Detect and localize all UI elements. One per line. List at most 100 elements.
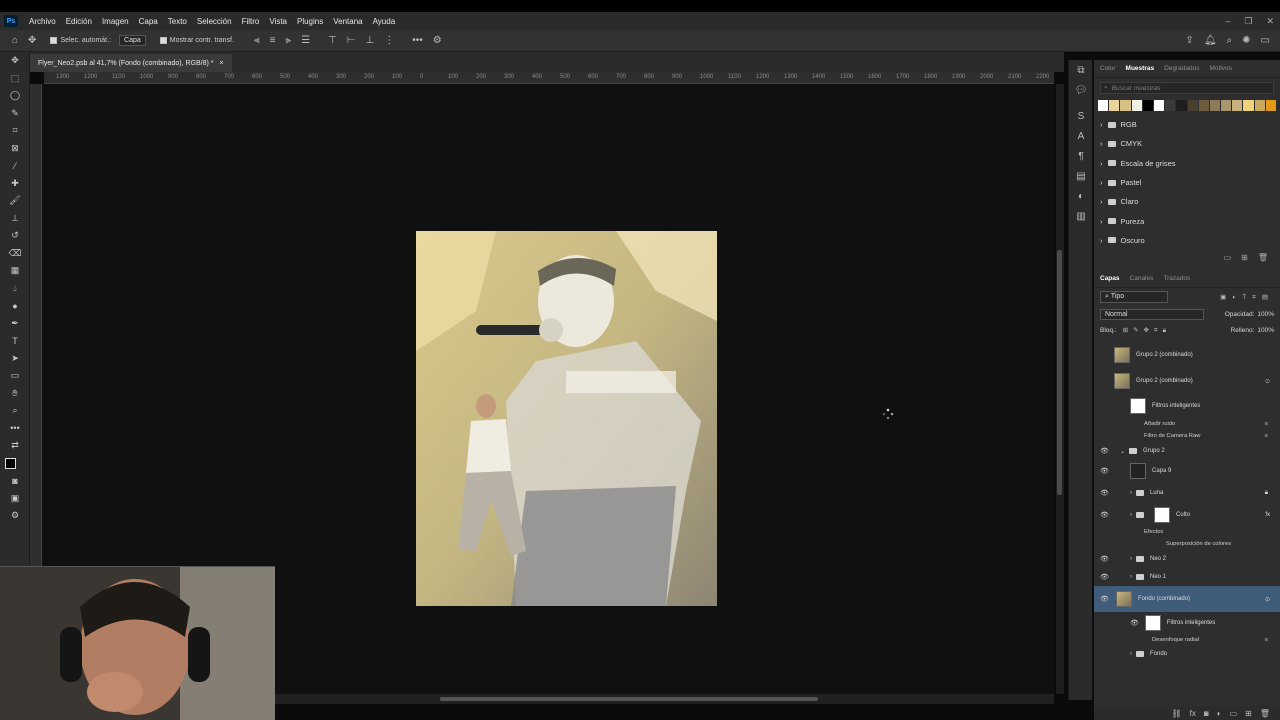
quick-mask-icon[interactable]: ◙	[0, 472, 30, 490]
history-icon[interactable]: ⧉	[1069, 60, 1093, 80]
tab-muestras[interactable]: Muestras	[1126, 65, 1155, 72]
menu-imagen[interactable]: Imagen	[97, 17, 134, 26]
add-mask-icon[interactable]: ◙	[1204, 709, 1209, 718]
layer-row[interactable]: 👁︎ › Neo 1	[1094, 568, 1280, 586]
auto-select-option[interactable]: Selec. automát.:	[50, 37, 111, 44]
show-transform-option[interactable]: Mostrar contr. transf.	[159, 37, 234, 44]
tab-canales[interactable]: Canales	[1130, 275, 1154, 282]
filter-options-icon[interactable]: ≡	[1265, 637, 1268, 643]
zoom-tool-icon[interactable]: ⌕	[0, 402, 30, 420]
swatch-folder-pastel[interactable]: › Pastel	[1094, 173, 1280, 192]
workspace-icon[interactable]: ▭	[1261, 35, 1270, 46]
filter-options-icon[interactable]: ≡	[1265, 433, 1268, 439]
more-options-icon[interactable]: •••	[412, 35, 423, 46]
screen-mode-icon[interactable]: ▣	[0, 490, 30, 508]
align-bottom-icon[interactable]: ⊥	[365, 35, 374, 46]
lasso-tool-icon[interactable]: ◯	[0, 87, 30, 105]
effect-item[interactable]: Superposición de colores	[1094, 538, 1280, 550]
visibility-icon[interactable]: 👁︎	[1100, 573, 1109, 581]
new-swatch-icon[interactable]: ⊞	[1241, 253, 1248, 262]
character-icon[interactable]: A	[1069, 126, 1093, 146]
new-group-icon[interactable]: ▭	[1230, 709, 1238, 718]
align-right-icon[interactable]: ⫸	[285, 35, 291, 46]
menu-plugins[interactable]: Plugins	[292, 17, 328, 26]
home-icon[interactable]: ⌂	[12, 35, 18, 46]
color-swatch[interactable]	[1098, 100, 1109, 111]
menu-texto[interactable]: Texto	[163, 17, 192, 26]
visibility-icon[interactable]: 👁︎	[1100, 447, 1109, 455]
horizontal-scroll-thumb[interactable]	[440, 697, 818, 701]
menu-filtro[interactable]: Filtro	[237, 17, 265, 26]
path-select-tool-icon[interactable]: ➤	[0, 350, 30, 368]
chevron-down-icon[interactable]: ⌄	[1120, 448, 1125, 455]
color-swatch[interactable]	[1142, 100, 1153, 111]
layer-row[interactable]: Grupo 2 (combinado)	[1094, 342, 1280, 368]
link-layers-icon[interactable]: ⛓︎	[1172, 709, 1182, 718]
menu-edicion[interactable]: Edición	[61, 17, 97, 26]
layer-row[interactable]: › Fondo	[1094, 646, 1280, 662]
type-tool-icon[interactable]: T	[0, 332, 30, 350]
visibility-icon[interactable]: 👁︎	[1130, 619, 1139, 627]
align-center-icon[interactable]: ≡	[270, 35, 276, 46]
align-middle-icon[interactable]: ⊢	[347, 35, 356, 46]
swatch-folder-claro[interactable]: › Claro	[1094, 192, 1280, 211]
layer-row-selected[interactable]: 👁︎ Fondo (combinado) ⊙	[1094, 586, 1280, 613]
crop-tool-icon[interactable]: ⌗	[0, 122, 30, 140]
extras-icon[interactable]: ⚙	[0, 507, 30, 525]
chevron-right-icon[interactable]: ›	[1130, 490, 1132, 496]
search-icon[interactable]: ⌕	[1227, 35, 1233, 46]
vertical-scroll-thumb[interactable]	[1057, 250, 1062, 495]
filter-item[interactable]: Desenfoque radial ≡	[1094, 634, 1280, 646]
marquee-tool-icon[interactable]: ⬚	[0, 70, 30, 88]
swatches-panel-icon[interactable]: S	[1069, 106, 1093, 126]
document-tab[interactable]: Flyer_Neo2.psb al 41,7% (Fondo (combinad…	[30, 54, 232, 72]
healing-brush-tool-icon[interactable]: ✚	[0, 175, 30, 193]
settings-gear-icon[interactable]: ⚙	[433, 35, 442, 46]
color-swatch[interactable]	[1265, 100, 1276, 111]
filter-item[interactable]: Añadir ruido ≡	[1094, 418, 1280, 430]
move-tool-icon[interactable]: ✥	[28, 35, 36, 46]
visibility-icon[interactable]: 👁︎	[1100, 489, 1109, 497]
close-icon[interactable]: ✕	[1266, 16, 1274, 27]
lock-icons[interactable]: ⊞✎✥⌗🔒︎	[1123, 326, 1171, 335]
menu-seleccion[interactable]: Selección	[192, 17, 237, 26]
hand-tool-icon[interactable]: ✋︎	[0, 385, 30, 403]
color-swatch[interactable]	[1120, 100, 1131, 111]
swap-colors-icon[interactable]: ⇄	[0, 437, 30, 455]
color-swatch[interactable]	[1176, 100, 1187, 111]
gradient-tool-icon[interactable]: ▦	[0, 262, 30, 280]
distribute-icon[interactable]: ☰	[301, 35, 310, 46]
layer-filter-icons[interactable]: ▣◐T⌗▤	[1220, 293, 1274, 302]
chevron-right-icon[interactable]: ›	[1130, 651, 1132, 657]
align-left-icon[interactable]: ⫷	[254, 35, 260, 46]
chevron-right-icon[interactable]: ›	[1130, 574, 1132, 580]
swatch-folder-cmyk[interactable]: › CMYK	[1094, 134, 1280, 153]
tab-motivos[interactable]: Motivos	[1210, 65, 1232, 72]
color-swatch[interactable]	[1109, 100, 1120, 111]
delete-icon[interactable]: 🗑︎	[1260, 709, 1270, 718]
fill-input[interactable]: 100%	[1257, 327, 1274, 334]
color-swatch[interactable]	[1198, 100, 1209, 111]
frame-tool-icon[interactable]: ⊠	[0, 140, 30, 158]
notifications-bell-icon[interactable]: 🔔︎	[1204, 35, 1217, 46]
color-swatch[interactable]	[1131, 100, 1142, 111]
comments-icon[interactable]: 💬︎	[1069, 80, 1093, 100]
distribute-vertical-icon[interactable]: ⋮	[384, 35, 394, 46]
color-swatch[interactable]	[1209, 100, 1221, 111]
libraries-icon[interactable]: ▥	[1069, 206, 1093, 226]
swatch-folder-pureza[interactable]: › Pureza	[1094, 211, 1280, 230]
layer-row[interactable]: 👁︎ Capa 9	[1094, 460, 1280, 482]
pen-tool-icon[interactable]: ✒	[0, 315, 30, 333]
layer-row[interactable]: 👁︎ › Neo 2	[1094, 550, 1280, 568]
brush-tool-icon[interactable]: 🖌︎	[0, 192, 30, 210]
history-brush-tool-icon[interactable]: ↺	[0, 227, 30, 245]
color-swatch[interactable]	[1187, 100, 1198, 111]
layer-row[interactable]: 👁︎ ⌄ Grupo 2	[1094, 442, 1280, 460]
minimize-icon[interactable]: –	[1225, 16, 1230, 26]
smart-filters-row[interactable]: 👁︎ Filtros inteligentes	[1094, 612, 1280, 634]
close-tab-icon[interactable]: ×	[219, 60, 223, 67]
align-top-icon[interactable]: ⊤	[328, 35, 337, 46]
move-tool-icon[interactable]: ✥	[0, 52, 30, 70]
color-swatch[interactable]	[1254, 100, 1265, 111]
fx-icon[interactable]: fx	[1190, 709, 1196, 718]
